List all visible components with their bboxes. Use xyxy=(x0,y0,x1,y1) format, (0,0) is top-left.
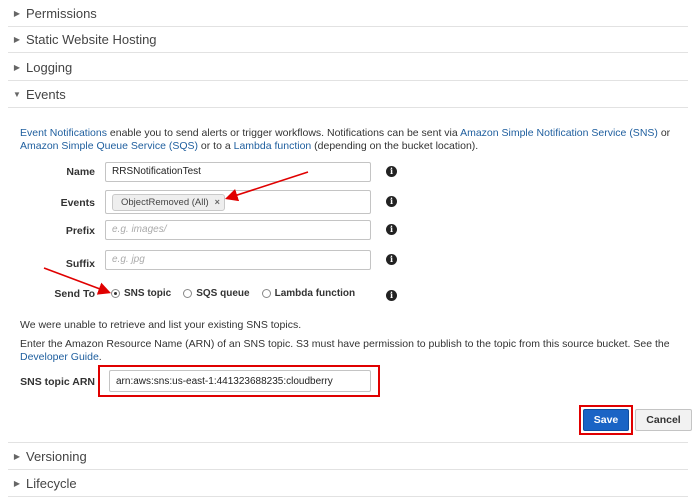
radio-unchecked-icon[interactable] xyxy=(183,289,193,298)
info-icon[interactable]: i xyxy=(386,290,397,301)
send-to-radio-group: SNS topic SQS queue Lambda function xyxy=(111,288,355,299)
info-icon[interactable]: i xyxy=(386,166,397,177)
caret-down-icon: ▼ xyxy=(13,89,21,99)
section-static-website-hosting[interactable]: ▶ Static Website Hosting xyxy=(8,26,688,53)
events-tag-label: ObjectRemoved (All) xyxy=(121,197,209,208)
radio-sns-topic[interactable]: SNS topic xyxy=(111,288,171,299)
section-label: Static Website Hosting xyxy=(26,31,157,47)
events-panel: Event Notifications enable you to send a… xyxy=(8,108,692,438)
caret-right-icon: ▶ xyxy=(13,478,21,488)
suffix-label: Suffix xyxy=(65,258,95,270)
prefix-input[interactable] xyxy=(105,220,371,240)
caret-right-icon: ▶ xyxy=(13,34,21,44)
section-permissions[interactable]: ▶ Permissions xyxy=(8,0,688,27)
sns-topic-arn-input[interactable] xyxy=(109,370,371,392)
cancel-button[interactable]: Cancel xyxy=(635,409,692,431)
sqs-link[interactable]: Amazon Simple Queue Service (SQS) xyxy=(20,140,198,152)
name-row: Name i xyxy=(8,160,688,184)
name-input[interactable] xyxy=(105,162,371,182)
radio-lambda-function[interactable]: Lambda function xyxy=(261,288,355,299)
section-events[interactable]: ▼ Events xyxy=(8,81,688,108)
info-icon[interactable]: i xyxy=(386,224,397,235)
section-lifecycle[interactable]: ▶ Lifecycle xyxy=(8,470,688,497)
caret-right-icon: ▶ xyxy=(13,451,21,461)
name-label: Name xyxy=(66,166,95,178)
suffix-row: Suffix i xyxy=(8,249,688,273)
section-label: Logging xyxy=(26,59,73,75)
section-label: Lifecycle xyxy=(26,475,77,491)
events-label: Events xyxy=(60,197,95,209)
events-tag: ObjectRemoved (All) × xyxy=(112,194,225,211)
events-row: Events ObjectRemoved (All) × i xyxy=(8,189,688,214)
section-label: Events xyxy=(26,86,66,102)
radio-sqs-queue[interactable]: SQS queue xyxy=(183,288,250,299)
sns-link[interactable]: Amazon Simple Notification Service (SNS) xyxy=(460,127,658,139)
bucket-properties-page: ▶ Permissions ▶ Static Website Hosting ▶… xyxy=(0,0,700,501)
prefix-label: Prefix xyxy=(65,225,95,237)
sns-list-error-text: We were unable to retrieve and list your… xyxy=(20,319,302,331)
remove-tag-icon[interactable]: × xyxy=(215,195,220,210)
event-notifications-link[interactable]: Event Notifications xyxy=(20,127,107,139)
send-to-row: Send To SNS topic SQS queue Lambda funct… xyxy=(8,282,688,306)
info-icon[interactable]: i xyxy=(386,254,397,265)
events-multiselect[interactable]: ObjectRemoved (All) × xyxy=(105,190,371,214)
send-to-label: Send To xyxy=(54,288,95,300)
section-logging[interactable]: ▶ Logging xyxy=(8,54,688,81)
lambda-link[interactable]: Lambda function xyxy=(234,140,312,152)
radio-unchecked-icon[interactable] xyxy=(261,289,271,298)
save-button[interactable]: Save xyxy=(583,409,629,431)
info-icon[interactable]: i xyxy=(386,196,397,207)
section-label: Versioning xyxy=(26,448,87,464)
sns-topic-arn-label: SNS topic ARN xyxy=(20,376,95,388)
suffix-input[interactable] xyxy=(105,250,371,270)
section-versioning[interactable]: ▶ Versioning xyxy=(8,442,688,470)
prefix-row: Prefix i xyxy=(8,219,688,243)
caret-right-icon: ▶ xyxy=(13,62,21,72)
developer-guide-link[interactable]: Developer Guide xyxy=(20,351,99,363)
caret-right-icon: ▶ xyxy=(13,8,21,18)
section-label: Permissions xyxy=(26,5,97,21)
radio-checked-icon[interactable] xyxy=(111,289,120,298)
arn-help-text: Enter the Amazon Resource Name (ARN) of … xyxy=(20,338,670,363)
events-intro-text: Event Notifications enable you to send a… xyxy=(20,127,671,152)
